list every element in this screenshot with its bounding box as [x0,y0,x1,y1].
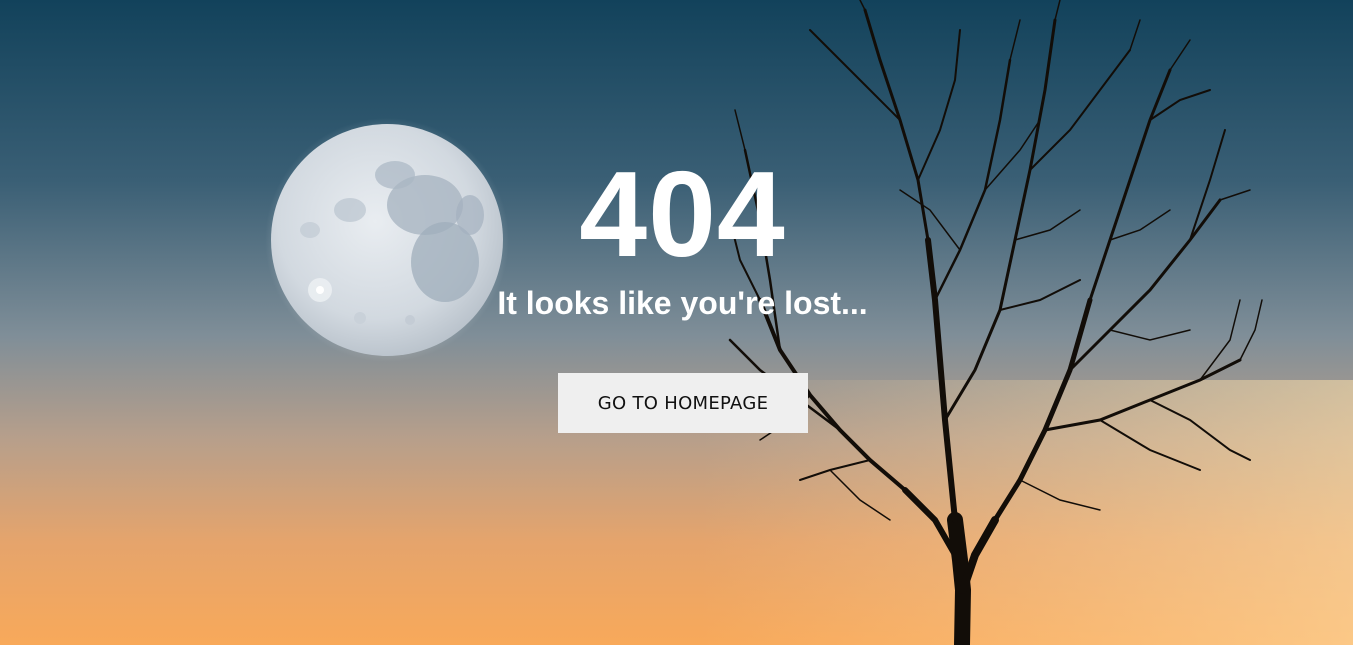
error-content: 404 It looks like you're lost... GO TO H… [0,0,1353,645]
lost-message: It looks like you're lost... [497,285,868,321]
error-code-heading: 404 [579,146,786,282]
go-to-homepage-button[interactable]: GO TO HOMEPAGE [558,373,808,433]
